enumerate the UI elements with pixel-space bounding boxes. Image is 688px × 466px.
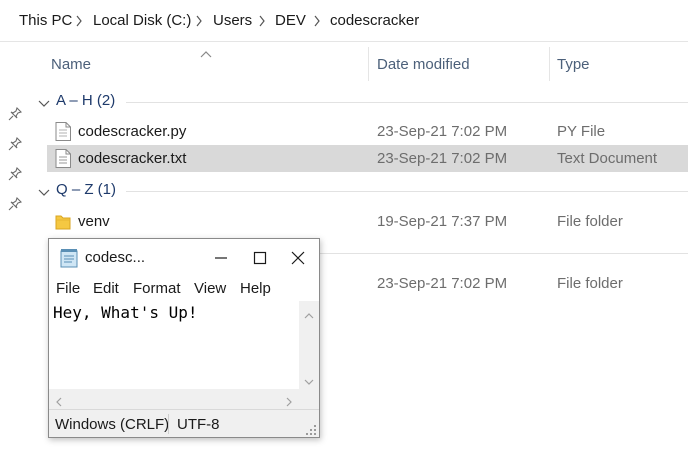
- chevron-right-icon: [75, 15, 83, 27]
- scroll-right-icon[interactable]: [285, 394, 293, 407]
- file-date: 23-Sep-21 7:02 PM: [377, 150, 508, 167]
- file-type: Text Document: [557, 150, 658, 167]
- column-divider[interactable]: [549, 47, 550, 81]
- pin-icon[interactable]: [8, 166, 23, 181]
- file-type: PY File: [557, 123, 606, 140]
- menu-help[interactable]: Help: [240, 280, 271, 297]
- address-bar[interactable]: This PC Local Disk (C:) Users DEV codesc…: [0, 0, 688, 42]
- menu-format[interactable]: Format: [133, 280, 181, 297]
- menu-file[interactable]: File: [56, 280, 80, 297]
- file-row-venv[interactable]: venv 19-Sep-21 7:37 PM File folder: [47, 208, 688, 235]
- column-header-date[interactable]: Date modified: [377, 56, 470, 73]
- file-row-codescracker-py[interactable]: codescracker.py 23-Sep-21 7:02 PM PY Fil…: [47, 118, 688, 145]
- file-type: File folder: [557, 213, 623, 230]
- scroll-up-icon[interactable]: [304, 307, 314, 319]
- file-name[interactable]: venv: [78, 213, 110, 230]
- menu-bar: File Edit Format View Help: [49, 277, 319, 301]
- minimize-button[interactable]: [206, 243, 236, 273]
- breadcrumb-dev[interactable]: DEV: [275, 12, 306, 29]
- text-file-icon: [55, 149, 71, 168]
- menu-view[interactable]: View: [194, 280, 226, 297]
- group-divider: [126, 191, 688, 192]
- scrollbar-corner: [299, 389, 319, 407]
- text-editor-area[interactable]: Hey, What's Up!: [49, 301, 299, 389]
- file-date: 23-Sep-21 7:02 PM: [377, 123, 508, 140]
- chevron-down-icon[interactable]: [38, 185, 50, 196]
- sort-up-icon: [200, 46, 212, 58]
- resize-grip-icon[interactable]: [305, 423, 317, 435]
- chevron-right-icon: [313, 15, 321, 27]
- breadcrumb-codescracker[interactable]: codescracker: [330, 12, 419, 29]
- maximize-button[interactable]: [245, 243, 275, 273]
- group-divider: [318, 253, 688, 254]
- group-header-q-z[interactable]: Q – Z (1): [38, 181, 688, 201]
- file-name[interactable]: codescracker.txt: [78, 150, 186, 167]
- chevron-right-icon: [195, 15, 203, 27]
- file-name[interactable]: codescracker.py: [78, 123, 186, 140]
- vertical-scrollbar[interactable]: [299, 301, 319, 389]
- group-divider: [126, 102, 688, 103]
- breadcrumb-this-pc[interactable]: This PC: [19, 12, 72, 29]
- status-encoding: UTF-8: [177, 416, 220, 433]
- file-date: 19-Sep-21 7:37 PM: [377, 213, 508, 230]
- group-header-a-h[interactable]: A – H (2): [38, 92, 688, 112]
- horizontal-scrollbar[interactable]: [49, 389, 299, 407]
- chevron-down-icon[interactable]: [38, 96, 50, 107]
- pin-icon[interactable]: [8, 196, 23, 211]
- close-button[interactable]: [283, 243, 313, 273]
- scroll-left-icon[interactable]: [55, 394, 63, 407]
- menu-edit[interactable]: Edit: [93, 280, 119, 297]
- group-label: Q – Z (1): [56, 181, 117, 198]
- column-divider[interactable]: [368, 47, 369, 81]
- column-header-name[interactable]: Name: [51, 56, 91, 73]
- notepad-title-bar[interactable]: codesc...: [49, 239, 319, 277]
- group-label: A – H (2): [56, 92, 116, 109]
- file-date: 23-Sep-21 7:02 PM: [377, 275, 508, 292]
- editor-content[interactable]: Hey, What's Up!: [53, 303, 198, 322]
- file-type: File folder: [557, 275, 623, 292]
- status-line-ending: Windows (CRLF): [55, 416, 170, 433]
- file-row-codescracker-txt[interactable]: codescracker.txt 23-Sep-21 7:02 PM Text …: [47, 145, 688, 172]
- folder-icon: [55, 212, 71, 231]
- chevron-right-icon: [258, 15, 266, 27]
- notepad-window[interactable]: codesc... File Edit Format View Help Hey…: [48, 238, 320, 438]
- column-header-type[interactable]: Type: [557, 56, 590, 73]
- python-file-icon: [55, 122, 71, 141]
- breadcrumb-users[interactable]: Users: [213, 12, 252, 29]
- status-divider: [168, 414, 169, 434]
- scroll-down-icon[interactable]: [304, 373, 314, 385]
- status-bar: Windows (CRLF) UTF-8: [49, 409, 319, 437]
- notepad-title: codesc...: [85, 249, 146, 266]
- pin-icon[interactable]: [8, 136, 23, 151]
- breadcrumb-local-disk[interactable]: Local Disk (C:): [93, 12, 191, 29]
- notepad-icon: [59, 248, 79, 268]
- pin-icon[interactable]: [8, 106, 23, 121]
